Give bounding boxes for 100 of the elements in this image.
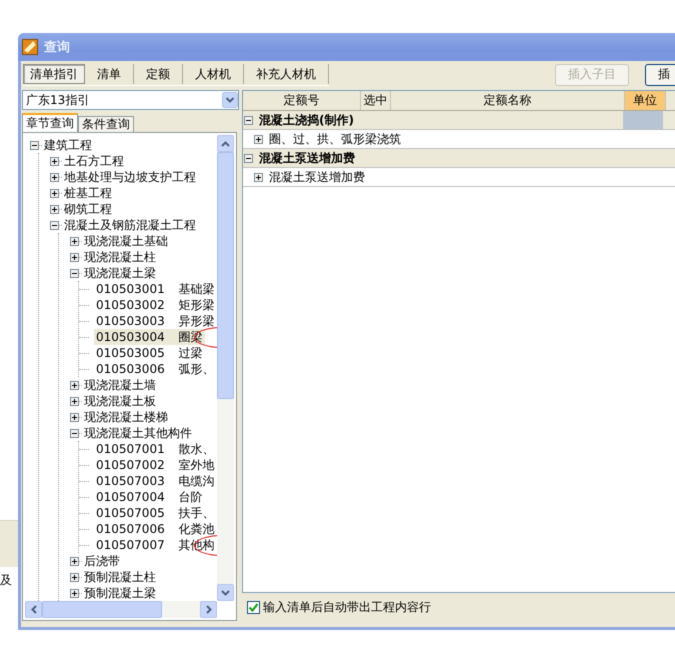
item-name: 化粪池	[178, 521, 215, 537]
tree-item[interactable]: 现浇混凝土板	[82, 393, 158, 409]
item-code: 010507001	[96, 441, 165, 457]
collapse-icon[interactable]	[244, 154, 253, 162]
item-code: 010503001	[96, 281, 165, 297]
tree-item[interactable]: 010507001 散水、	[94, 441, 217, 457]
tab[interactable]: 定额	[134, 64, 183, 84]
expand-icon[interactable]	[50, 188, 59, 198]
item-code: 010507002	[96, 457, 165, 473]
tree-item[interactable]: 010503001 基础梁	[94, 281, 217, 297]
tree-item[interactable]: 建筑工程	[42, 137, 94, 153]
item-name: 扶手、	[178, 505, 215, 521]
tab[interactable]: 章节查询	[22, 113, 78, 132]
expand-icon[interactable]	[50, 172, 59, 182]
tree-item[interactable]: 预制混凝土柱	[82, 569, 158, 585]
item-name: 室外地	[178, 457, 215, 473]
tree-item[interactable]: 010503002 矩形梁	[94, 297, 217, 313]
app-icon	[22, 39, 38, 55]
collapse-icon[interactable]	[50, 220, 59, 230]
tree-item[interactable]: 010503005 过梁	[94, 345, 205, 361]
tab[interactable]: 清单	[85, 64, 134, 84]
column-header[interactable]: 选中	[361, 91, 391, 110]
tree-item[interactable]: 混凝土及钢筋混凝土工程	[62, 217, 198, 233]
scroll-down-icon[interactable]	[217, 584, 234, 601]
item-code: 010507004	[96, 489, 165, 505]
item-code: 010503006	[96, 361, 165, 377]
expand-icon[interactable]	[70, 572, 79, 582]
toolbar-button[interactable]: 插	[645, 64, 675, 86]
item-code: 010507007	[96, 537, 165, 553]
expand-icon[interactable]	[50, 156, 59, 166]
item-name: 异形梁	[178, 313, 215, 329]
tree-item[interactable]: 010507006 化粪池	[94, 521, 217, 537]
column-header[interactable]: 定额号	[243, 91, 361, 110]
expand-icon[interactable]	[50, 204, 59, 214]
expand-icon[interactable]	[70, 236, 79, 246]
expand-icon[interactable]	[70, 588, 79, 598]
item-code: 010507006	[96, 521, 165, 537]
checkbox-label[interactable]: 输入清单后自动带出工程内容行	[263, 598, 431, 616]
library-dropdown[interactable]: 广东13指引	[22, 90, 239, 110]
tree-item[interactable]: 地基处理与边坡支护工程	[62, 169, 198, 185]
item-name: 过梁	[178, 345, 203, 361]
expand-icon[interactable]	[254, 134, 263, 144]
collapse-icon[interactable]	[70, 428, 79, 438]
tree-item[interactable]: 现浇混凝土楼梯	[82, 409, 170, 425]
item-code: 010507005	[96, 505, 165, 521]
item-code: 010503005	[96, 345, 165, 361]
row-text: 混凝土泵送增加费	[269, 168, 365, 186]
item-name: 弧形、	[178, 361, 215, 377]
tree-item[interactable]: 010507003 电缆沟	[94, 473, 217, 489]
tree-item[interactable]: 土石方工程	[62, 153, 126, 169]
item-name: 台阶	[178, 489, 203, 505]
expand-icon[interactable]	[254, 172, 263, 182]
collapse-icon[interactable]	[70, 268, 79, 278]
scroll-right-icon[interactable]	[200, 601, 217, 618]
tree-item[interactable]: 010507005 扶手、	[94, 505, 217, 521]
tree-item[interactable]: 现浇混凝土柱	[82, 249, 158, 265]
tab[interactable]: 清单指引	[23, 64, 85, 84]
row-text: 圈、过、拱、弧形梁浇筑	[269, 130, 401, 148]
tab[interactable]: 条件查询	[78, 116, 134, 132]
group-title: 混凝土泵送增加费	[259, 150, 355, 166]
item-code: 010503004	[96, 329, 165, 345]
expand-icon[interactable]	[70, 556, 79, 566]
item-name: 矩形梁	[178, 297, 215, 313]
background-window-text: 及	[0, 572, 12, 588]
window-title: 查询	[44, 39, 70, 56]
tree-item[interactable]: 后浇带	[82, 553, 122, 569]
vertical-scrollbar[interactable]	[217, 135, 234, 601]
tree-item[interactable]: 现浇混凝土墙	[82, 377, 158, 393]
item-name: 电缆沟	[178, 473, 215, 489]
tree-item[interactable]: 010503003 异形梁	[94, 313, 217, 329]
item-name: 基础梁	[178, 281, 215, 297]
tree-item[interactable]: 现浇混凝土其他构件	[82, 425, 194, 441]
expand-icon[interactable]	[70, 412, 79, 422]
tree-item[interactable]: 现浇混凝土梁	[82, 265, 158, 281]
scroll-thumb[interactable]	[217, 152, 234, 399]
item-name: 散水、	[178, 441, 215, 457]
group-title: 混凝土浇捣(制作)	[259, 112, 354, 128]
expand-icon[interactable]	[70, 396, 79, 406]
expand-icon[interactable]	[70, 252, 79, 262]
item-code: 010507003	[96, 473, 165, 489]
item-code: 010503003	[96, 313, 165, 329]
tree-item[interactable]: 砌筑工程	[62, 201, 114, 217]
item-code: 010503002	[96, 297, 165, 313]
column-header[interactable]: 单位	[625, 91, 666, 110]
tab[interactable]: 人材机	[183, 64, 244, 84]
tab[interactable]: 补充人材机	[244, 64, 329, 84]
tree-item[interactable]: 010503006 弧形、	[94, 361, 217, 377]
tree-item[interactable]: 010507002 室外地	[94, 457, 217, 473]
tree-item[interactable]: 现浇混凝土基础	[82, 233, 170, 249]
collapse-icon[interactable]	[244, 116, 253, 124]
collapse-icon[interactable]	[30, 140, 39, 150]
tree-item[interactable]: 桩基工程	[62, 185, 114, 201]
tree-item[interactable]: 010507004 台阶	[94, 489, 205, 505]
scroll-left-icon[interactable]	[25, 601, 42, 618]
checkbox[interactable]	[247, 600, 260, 614]
scroll-thumb[interactable]	[42, 601, 162, 618]
scroll-up-icon[interactable]	[217, 135, 234, 152]
tree-item[interactable]: 预制混凝土梁	[82, 585, 158, 601]
expand-icon[interactable]	[70, 380, 79, 390]
horizontal-scrollbar[interactable]	[25, 601, 217, 618]
